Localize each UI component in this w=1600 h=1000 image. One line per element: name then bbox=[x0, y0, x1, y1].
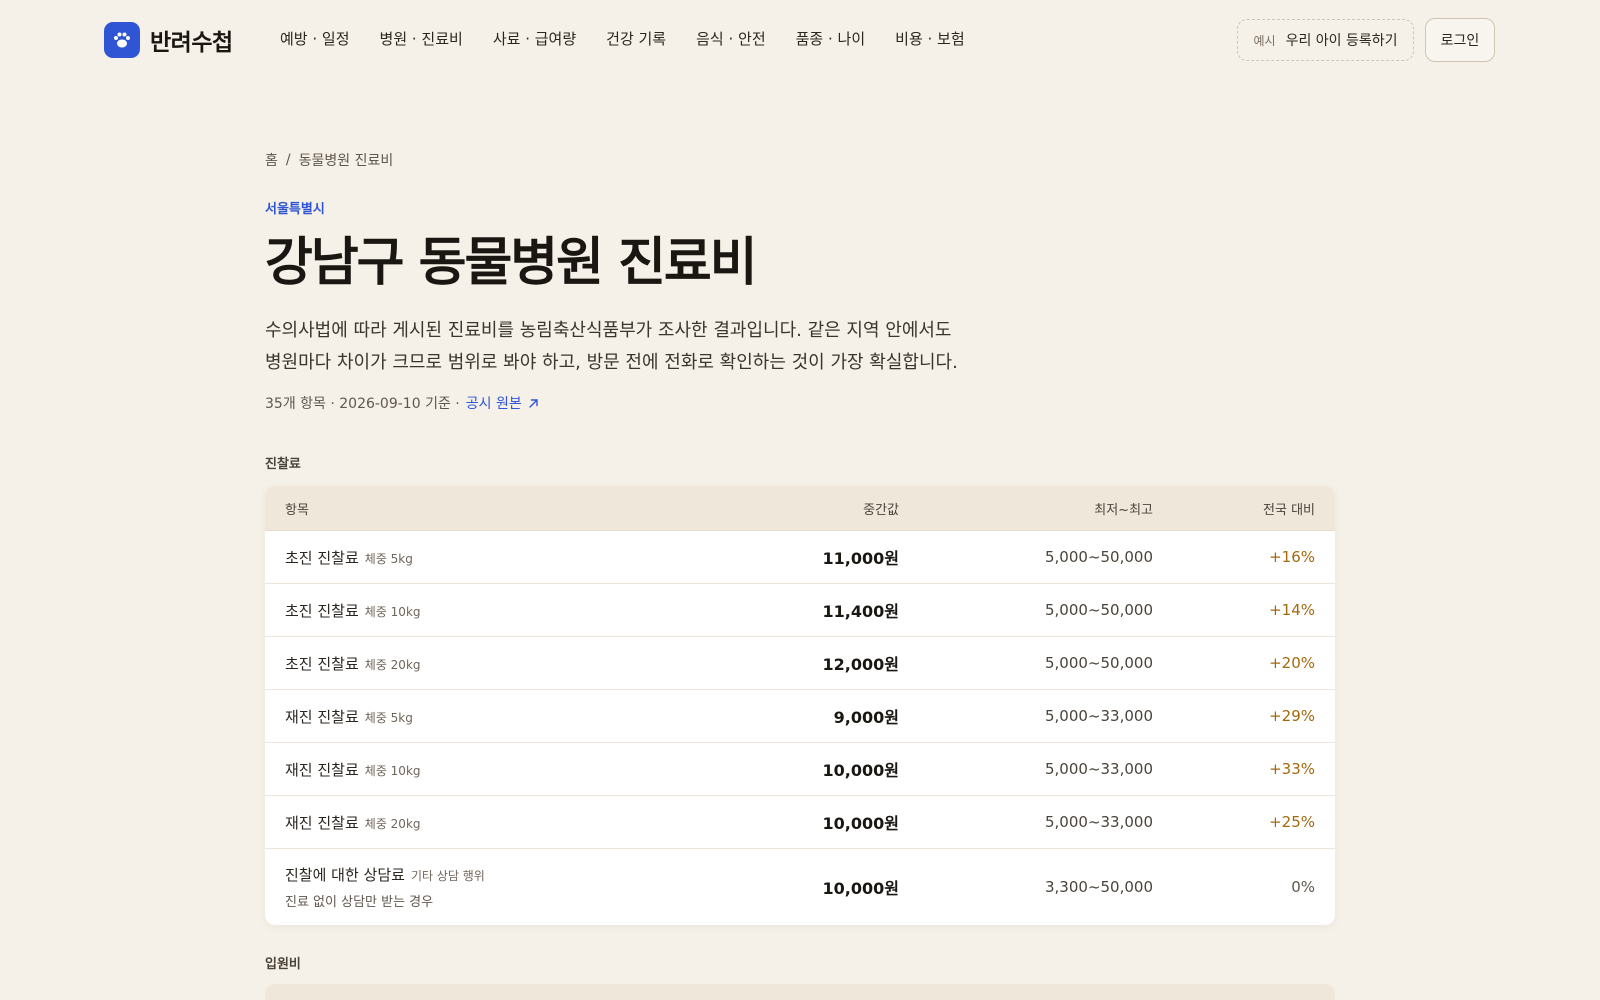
source-link[interactable]: 공시 원본 bbox=[466, 393, 539, 413]
table-row: 재진 진찰료 체중 20kg 10,000원 5,000~33,000 +25% bbox=[265, 796, 1335, 849]
breadcrumb: 홈 / 동물병원 진료비 bbox=[265, 150, 1335, 170]
row-median: 10,000원 bbox=[822, 879, 899, 898]
region-label: 서울특별시 bbox=[265, 202, 325, 217]
column-header-median: 중간값 bbox=[863, 502, 899, 518]
login-button[interactable]: 로그인 bbox=[1425, 18, 1495, 62]
nav-item-hospital[interactable]: 병원 · 진료비 bbox=[380, 28, 463, 49]
table-header: 항목 중간값 최저~최고 전국 대비 bbox=[265, 486, 1335, 531]
row-item-name: 초진 진찰료 bbox=[285, 601, 359, 620]
section-title-exam: 진찰료 bbox=[265, 457, 301, 472]
brand-logo[interactable]: 반려수첩 bbox=[104, 22, 233, 58]
table-row: 초진 진찰료 체중 5kg 11,000원 5,000~50,000 +16% bbox=[265, 531, 1335, 584]
main-nav: 예방 · 일정 병원 · 진료비 사료 · 급여량 건강 기록 음식 · 안전 … bbox=[280, 28, 995, 49]
brand-name: 반려수첩 bbox=[150, 30, 233, 56]
row-diff: 0% bbox=[1291, 878, 1315, 896]
table-header-inpatient bbox=[265, 984, 1335, 1000]
row-range: 5,000~50,000 bbox=[1045, 548, 1153, 566]
row-item-sub: 체중 10kg bbox=[364, 604, 421, 619]
row-range: 3,300~50,000 bbox=[1045, 878, 1153, 896]
table-row: 재진 진찰료 체중 10kg 10,000원 5,000~33,000 +33% bbox=[265, 743, 1335, 796]
meta-summary: 35개 항목 · 2026-09-10 기준 · bbox=[265, 396, 460, 412]
row-item-name: 초진 진찰료 bbox=[285, 548, 359, 567]
row-diff: +29% bbox=[1269, 707, 1315, 725]
table-row: 초진 진찰료 체중 20kg 12,000원 5,000~50,000 +20% bbox=[265, 637, 1335, 690]
row-range: 5,000~50,000 bbox=[1045, 654, 1153, 672]
row-median: 10,000원 bbox=[822, 814, 899, 833]
row-median: 9,000원 bbox=[833, 708, 899, 727]
page-title: 강남구 동물병원 진료비 bbox=[265, 233, 758, 293]
arrow-up-right-icon bbox=[529, 398, 538, 408]
page-meta: 35개 항목 · 2026-09-10 기준 · 공시 원본 bbox=[265, 393, 1335, 413]
example-tag: 예시 bbox=[1253, 33, 1276, 48]
row-item-name: 재진 진찰료 bbox=[285, 813, 359, 832]
row-item-name: 재진 진찰료 bbox=[285, 707, 359, 726]
row-item-sub: 체중 5kg bbox=[364, 710, 413, 725]
breadcrumb-current: 동물병원 진료비 bbox=[298, 153, 394, 169]
row-item-name: 재진 진찰료 bbox=[285, 760, 359, 779]
row-range: 5,000~33,000 bbox=[1045, 760, 1153, 778]
paw-icon bbox=[104, 22, 140, 58]
column-header-item: 항목 bbox=[285, 502, 309, 518]
top-header: 반려수첩 예방 · 일정 병원 · 진료비 사료 · 급여량 건강 기록 음식 … bbox=[0, 0, 1600, 80]
nav-item-food-safety[interactable]: 음식 · 안전 bbox=[696, 28, 766, 49]
row-item-name: 진찰에 대한 상담료 bbox=[285, 866, 405, 884]
row-diff: +16% bbox=[1269, 548, 1315, 566]
table-row: 초진 진찰료 체중 10kg 11,400원 5,000~50,000 +14% bbox=[265, 584, 1335, 637]
table-row: 진찰에 대한 상담료 기타 상담 행위 진료 없이 상담만 받는 경우 10,00… bbox=[265, 849, 1335, 925]
page-description: 수의사법에 따라 게시된 진료비를 농림축산식품부가 조사한 결과입니다. 같은… bbox=[265, 320, 958, 373]
row-median: 10,000원 bbox=[822, 761, 899, 780]
row-item-sub: 체중 5kg bbox=[364, 551, 413, 566]
fee-table-exam: 항목 중간값 최저~최고 전국 대비 초진 진찰료 체중 5kg 11,000원 … bbox=[265, 486, 1335, 925]
breadcrumb-separator: / bbox=[285, 152, 291, 168]
row-item-note: 진료 없이 상담만 받는 경우 bbox=[285, 895, 434, 910]
row-median: 11,400원 bbox=[822, 602, 899, 621]
nav-item-health[interactable]: 건강 기록 bbox=[606, 28, 666, 49]
row-range: 5,000~33,000 bbox=[1045, 813, 1153, 831]
column-header-range: 최저~최고 bbox=[1094, 502, 1153, 518]
row-diff: +14% bbox=[1269, 601, 1315, 619]
breadcrumb-home[interactable]: 홈 bbox=[265, 150, 278, 170]
register-pet-label: 우리 아이 등록하기 bbox=[1285, 33, 1398, 49]
nav-item-food[interactable]: 사료 · 급여량 bbox=[493, 28, 576, 49]
row-range: 5,000~33,000 bbox=[1045, 707, 1153, 725]
row-item-name: 초진 진찰료 bbox=[285, 654, 359, 673]
row-median: 11,000원 bbox=[822, 549, 899, 568]
column-header-diff: 전국 대비 bbox=[1263, 502, 1315, 518]
row-median: 12,000원 bbox=[822, 655, 899, 674]
section-title-inpatient: 입원비 bbox=[265, 957, 301, 972]
row-item-sub: 기타 상담 행위 bbox=[410, 869, 485, 883]
register-pet-button[interactable]: 예시 우리 아이 등록하기 bbox=[1237, 19, 1414, 61]
main-content: 홈 / 동물병원 진료비 서울특별시 강남구 동물병원 진료비 수의사법에 따라… bbox=[265, 150, 1335, 925]
nav-item-breed[interactable]: 품종 · 나이 bbox=[796, 28, 866, 49]
table-row: 재진 진찰료 체중 5kg 9,000원 5,000~33,000 +29% bbox=[265, 690, 1335, 743]
row-item-sub: 체중 20kg bbox=[364, 657, 421, 672]
row-item-sub: 체중 20kg bbox=[364, 816, 421, 831]
nav-item-prevention[interactable]: 예방 · 일정 bbox=[280, 28, 350, 49]
row-diff: +25% bbox=[1269, 813, 1315, 831]
row-diff: +33% bbox=[1269, 760, 1315, 778]
row-item-sub: 체중 10kg bbox=[364, 763, 421, 778]
row-diff: +20% bbox=[1269, 654, 1315, 672]
source-link-label: 공시 원본 bbox=[465, 396, 522, 412]
nav-item-cost[interactable]: 비용 · 보험 bbox=[895, 28, 965, 49]
row-range: 5,000~50,000 bbox=[1045, 601, 1153, 619]
